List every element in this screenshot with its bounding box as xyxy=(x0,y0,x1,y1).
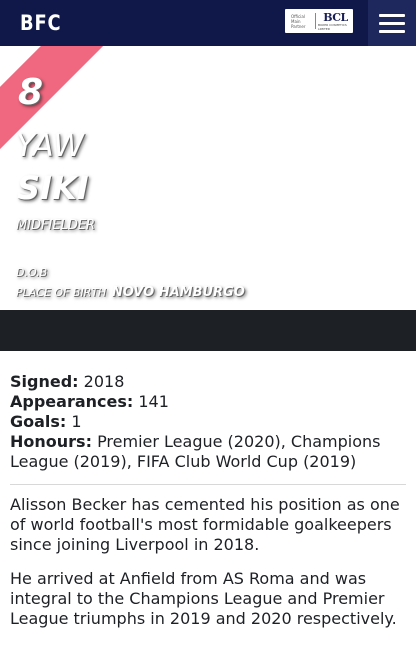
player-bio: Alisson Becker has cemented his position… xyxy=(10,495,406,643)
player-first-name: YAW xyxy=(16,128,84,164)
stat-appearances: Appearances: 141 xyxy=(10,392,169,411)
partner-caption: Official Main Partner xyxy=(291,13,306,29)
site-header: BFC Official Main Partner BCL BOXER COSM… xyxy=(0,0,416,46)
bio-paragraph: He arrived at Anfield from AS Roma and w… xyxy=(10,569,397,628)
club-logo[interactable]: BFC xyxy=(20,10,69,36)
player-last-name: SIKI xyxy=(17,169,89,207)
stat-honours: Honours: Premier League (2020), Champion… xyxy=(10,432,381,471)
bio-paragraph: Alisson Becker has cemented his position… xyxy=(10,495,400,554)
dob-label: D.O.B xyxy=(16,266,48,279)
pob-label: PLACE OF BIRTH xyxy=(16,286,107,299)
stat-signed: Signed: 2018 xyxy=(10,372,125,391)
player-stats: Signed: 2018 Appearances: 141 Goals: 1 H… xyxy=(10,372,406,472)
player-position: MIDFIELDER xyxy=(16,218,96,233)
partner-mark: BCL BOXER COSMETICS LIMITED xyxy=(318,10,348,31)
place-of-birth: PLACE OF BIRTH NOVO HAMBURGO xyxy=(16,285,245,300)
player-number: 8 xyxy=(18,72,44,113)
player-hero: 8 YAW SIKI MIDFIELDER D.O.B PLACE OF BIR… xyxy=(0,46,416,310)
partner-logo[interactable]: Official Main Partner BCL BOXER COSMETIC… xyxy=(285,9,353,33)
pob-value: NOVO HAMBURGO xyxy=(111,285,245,300)
partner-divider xyxy=(315,13,316,29)
stat-goals: Goals: 1 xyxy=(10,412,82,431)
player-tab-bar xyxy=(0,310,416,351)
section-divider xyxy=(10,484,406,485)
hamburger-menu-icon[interactable] xyxy=(368,0,416,46)
